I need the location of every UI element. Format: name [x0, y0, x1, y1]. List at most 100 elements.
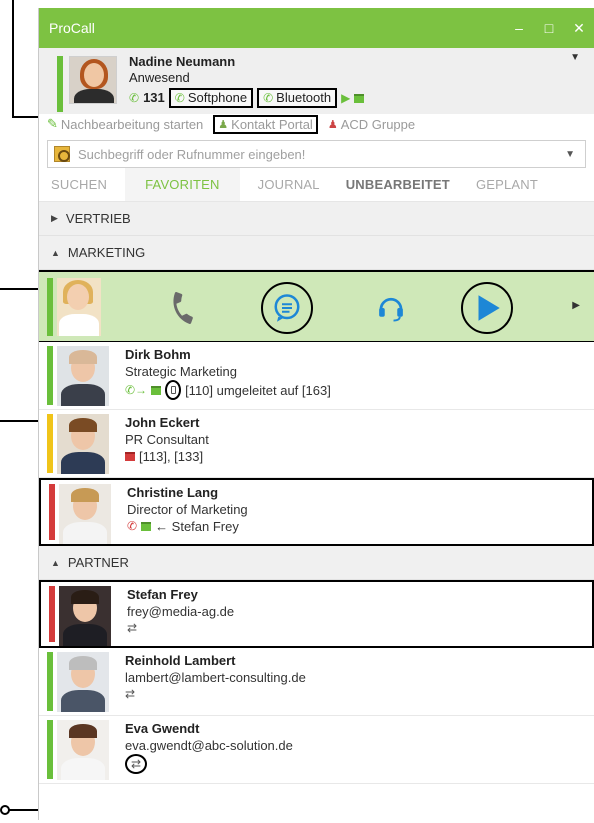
group-header-vertrieb[interactable]: ▶ VERTRIEB — [39, 202, 594, 236]
window-title: ProCall — [49, 20, 95, 36]
calendar-icon — [125, 452, 135, 461]
extensions-info: [113], [133] — [139, 449, 204, 464]
contact-name: Eva Gwendt — [125, 721, 200, 736]
contact-email: eva.gwendt@abc-solution.de — [125, 738, 293, 753]
calendar-icon[interactable] — [354, 93, 365, 103]
maximize-icon[interactable]: □ — [534, 20, 564, 36]
contact-row[interactable]: Christine Lang Director of Marketing ✆ ←… — [39, 478, 594, 546]
presence-bar — [47, 414, 53, 473]
avatar[interactable] — [69, 56, 117, 104]
contact-status-line: [113], [133] — [125, 448, 209, 465]
contact-row[interactable]: John Eckert PR Consultant [113], [133] — [39, 410, 594, 478]
callout-dot — [0, 805, 10, 815]
close-icon[interactable]: ✕ — [564, 20, 594, 37]
tab-geplant[interactable]: GEPLANT — [476, 177, 554, 192]
postprocessing-label: Nachbearbeitung starten — [60, 116, 204, 132]
tab-suchen[interactable]: SUCHEN — [51, 177, 123, 192]
contact-row[interactable]: Reinhold Lambert lambert@lambert-consult… — [39, 648, 594, 716]
group-header-partner[interactable]: ▲ PARTNER — [39, 546, 594, 580]
avatar — [57, 277, 101, 336]
minimize-icon[interactable]: ‒ — [504, 20, 534, 36]
group-header-marketing[interactable]: ▲ MARKETING — [39, 236, 594, 270]
mobile-phone-icon — [165, 380, 182, 400]
play-button[interactable] — [461, 282, 513, 334]
forward-info: [110] umgeleitet auf [163] — [185, 382, 331, 398]
profile-devices: ✆ 131 ✆ Softphone ✆ Bluetooth ▶ — [129, 88, 365, 108]
contact-name: John Eckert — [125, 415, 200, 430]
action-row: ✎ Nachbearbeitung starten ♟ Kontakt Port… — [39, 114, 594, 134]
search-placeholder: Suchbegriff oder Rufnummer eingeben! — [78, 146, 306, 162]
group-label: VERTRIEB — [65, 211, 131, 226]
acd-group-button[interactable]: ♟ ACD Gruppe — [328, 117, 415, 132]
bluetooth-device[interactable]: ✆ Bluetooth — [257, 88, 338, 108]
chat-button[interactable] — [261, 282, 313, 334]
contact-name: Dirk Bohm — [125, 347, 191, 362]
profile-status[interactable]: Anwesend — [129, 70, 364, 86]
profile-extension: 131 — [143, 90, 165, 105]
group-label: PARTNER — [67, 555, 129, 570]
contact-row[interactable]: Stefan Frey frey@media-ag.de ⇄ — [39, 580, 594, 648]
presence-bar — [49, 484, 55, 540]
play-icon[interactable]: ▶ — [341, 90, 350, 106]
callout-line — [12, 0, 14, 118]
search-input[interactable]: Suchbegriff oder Rufnummer eingeben! ▼ — [47, 140, 586, 168]
softphone-device[interactable]: ✆ Softphone — [168, 88, 254, 108]
contact-status-line: ✆→ [110] umgeleitet auf [163] — [125, 380, 331, 400]
contact-row[interactable]: Eva Gwendt eva.gwendt@abc-solution.de ⇄ — [39, 716, 594, 784]
calendar-icon — [141, 522, 152, 531]
chevron-right-icon: ▶ — [51, 213, 58, 223]
contact-email: frey@media-ag.de — [127, 604, 235, 619]
transfer-icon: ⇄ — [127, 621, 138, 635]
presence-bar — [47, 652, 53, 711]
own-profile: Nadine Neumann Anwesend ✆ 131 ✆ Softphon… — [39, 48, 594, 114]
play-icon — [478, 295, 500, 321]
presence-bar — [47, 277, 53, 336]
chevron-down-icon[interactable]: ▼ — [570, 52, 580, 63]
contact-info: Reinhold Lambert lambert@lambert-consult… — [125, 652, 306, 715]
call-forward-icon: ✆→ — [125, 382, 148, 397]
contact-info: Christine Lang Director of Marketing ✆ ←… — [127, 484, 248, 544]
search-icon — [54, 146, 70, 162]
headset-button[interactable] — [365, 282, 417, 334]
person-icon: ♟ — [218, 118, 229, 131]
profile-name: Nadine Neumann — [129, 54, 236, 69]
contact-name: Christine Lang — [127, 485, 219, 500]
tab-journal[interactable]: JOURNAL — [258, 177, 336, 192]
acd-group-label: ACD Gruppe — [340, 116, 416, 132]
avatar — [57, 346, 109, 406]
avatar — [57, 720, 109, 780]
transfer-icon: ⇄ — [125, 754, 147, 774]
profile-info: Nadine Neumann Anwesend ✆ 131 ✆ Softphon… — [129, 54, 365, 114]
presence-bar — [47, 720, 53, 779]
contact-status-line: ⇄ — [125, 686, 306, 703]
contact-info: Dirk Bohm Strategic Marketing ✆→ [110] u… — [125, 346, 331, 409]
chevron-down-icon: ▲ — [51, 247, 60, 258]
contact-name: Stefan Frey — [127, 587, 198, 602]
contact-info: Eva Gwendt eva.gwendt@abc-solution.de ⇄ — [125, 720, 293, 783]
calendar-icon — [151, 385, 162, 395]
postprocessing-button[interactable]: ✎ Nachbearbeitung starten — [47, 116, 203, 132]
chevron-down-icon: ▲ — [51, 557, 60, 568]
contact-subtitle: Strategic Marketing — [125, 364, 237, 379]
contact-status-line: ⇄ — [125, 754, 293, 774]
presence-bar — [47, 346, 53, 405]
chevron-right-icon[interactable]: ▶ — [572, 300, 580, 311]
phone-handset-icon — [173, 292, 193, 324]
contact-portal-label: Kontakt Portal — [231, 116, 313, 132]
phone-icon: ✆ — [263, 91, 274, 105]
procall-window: ProCall ‒ □ ✕ Nadine Neumann Anwesend ✆ … — [38, 8, 594, 820]
tab-unbearbeitet[interactable]: UNBEARBEITET — [346, 177, 466, 192]
transfer-icon: ⇄ — [125, 687, 136, 701]
group-label: MARKETING — [67, 245, 146, 260]
title-bar: ProCall ‒ □ ✕ — [39, 8, 594, 48]
call-button[interactable] — [157, 282, 209, 334]
avatar — [57, 414, 109, 474]
person-icon: ♟ — [327, 118, 338, 131]
chevron-down-icon[interactable]: ▼ — [565, 149, 575, 160]
phone-icon: ✆ — [174, 91, 185, 105]
tab-favoriten[interactable]: FAVORITEN — [125, 168, 240, 201]
contact-row[interactable]: Dirk Bohm Strategic Marketing ✆→ [110] u… — [39, 342, 594, 410]
callout-line — [0, 288, 40, 290]
contact-portal-button[interactable]: ♟ Kontakt Portal — [213, 114, 318, 134]
contact-action-panel: ▶ — [39, 270, 594, 342]
